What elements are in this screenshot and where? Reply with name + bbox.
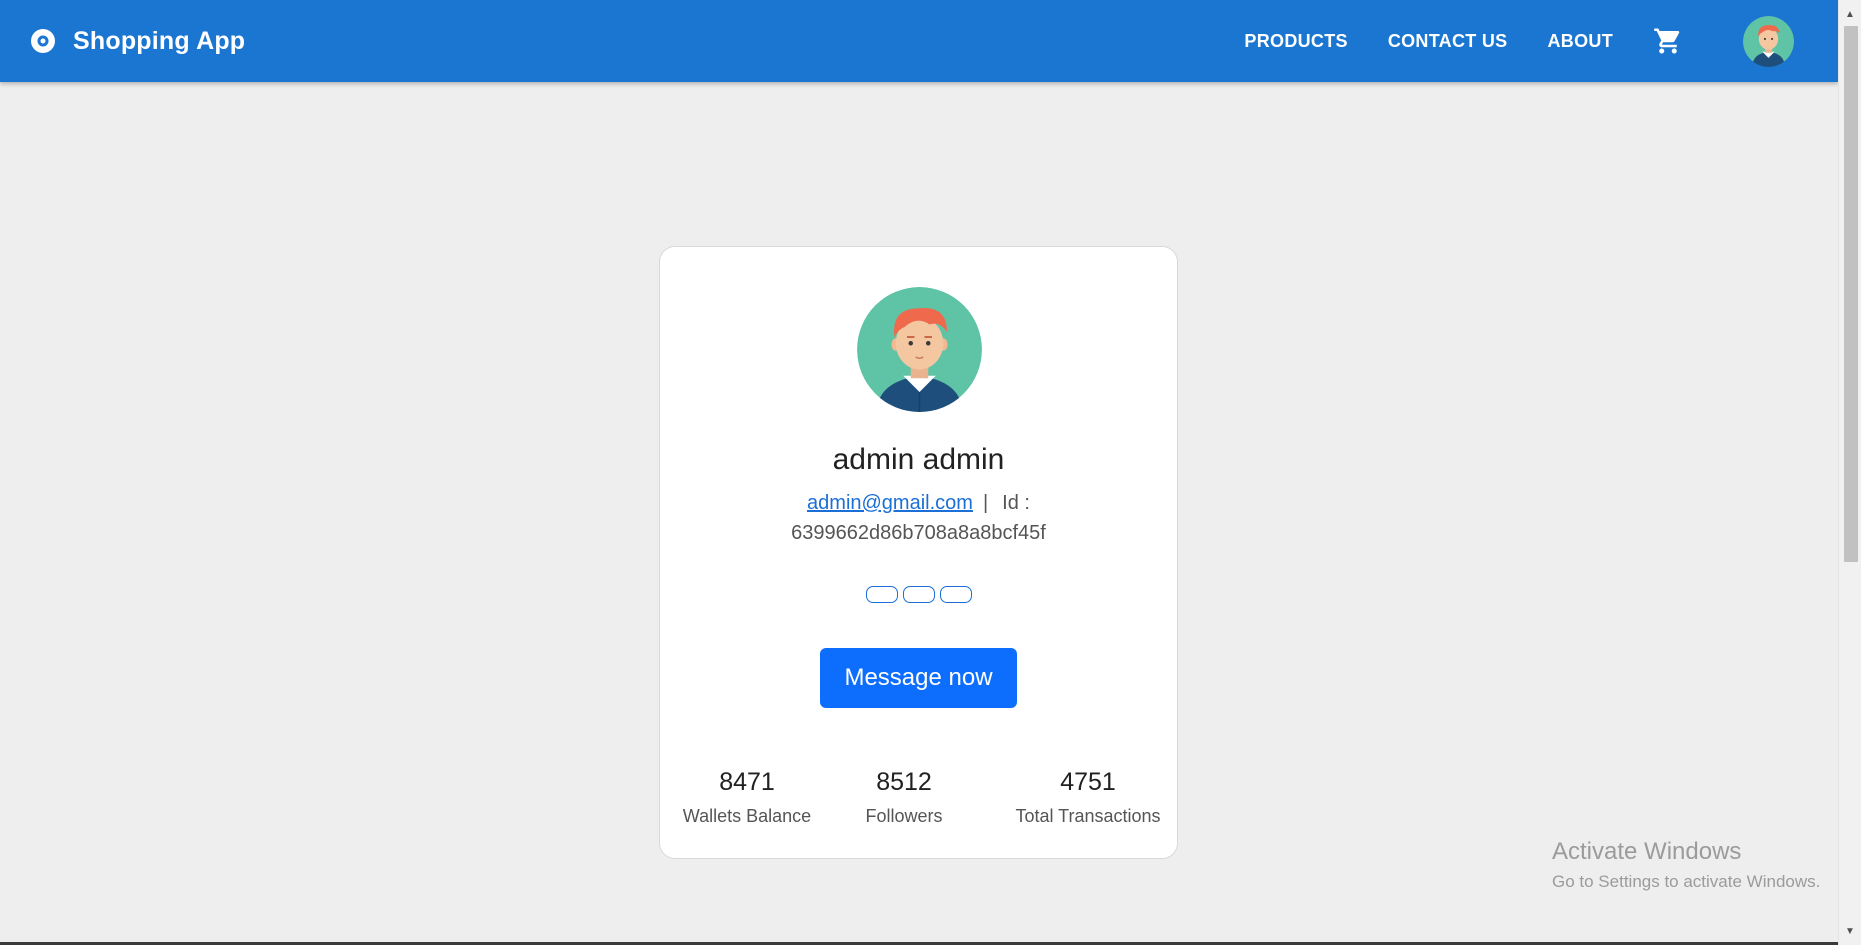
stat-label: Wallets Balance — [682, 806, 812, 826]
cart-icon[interactable] — [1653, 26, 1683, 56]
social-button-3[interactable] — [939, 586, 972, 603]
profile-contact-line: admin@gmail.com | Id : — [660, 492, 1177, 515]
stat-label: Followers — [865, 806, 943, 826]
windows-activation-watermark: Activate Windows Go to Settings to activ… — [1552, 838, 1820, 892]
user-avatar[interactable] — [1743, 15, 1794, 67]
profile-id-label: Id : — [1002, 492, 1030, 514]
profile-card: admin admin admin@gmail.com | Id : 6399662… — [659, 246, 1178, 859]
stat-value: 8512 — [876, 768, 932, 796]
scroll-down-arrow-icon[interactable]: ▼ — [1839, 921, 1861, 941]
social-buttons — [660, 586, 1177, 603]
scroll-up-arrow-icon[interactable]: ▲ — [1839, 4, 1861, 24]
stat-total-transactions: 4751 Total Transactions — [1008, 768, 1168, 827]
watermark-title: Activate Windows — [1552, 838, 1742, 865]
nav-contact-us[interactable]: CONTACT US — [1388, 31, 1508, 52]
app-title: Shopping App — [73, 26, 246, 55]
avatar-icon — [857, 287, 982, 412]
app-bar: Shopping App PRODUCTS CONTACT US ABOUT — [0, 0, 1838, 82]
message-now-button[interactable]: Message now — [820, 648, 1017, 708]
main-nav: PRODUCTS CONTACT US ABOUT — [1244, 15, 1838, 67]
social-button-2[interactable] — [902, 586, 935, 603]
profile-id-value: 6399662d86b708a8a8bcf45f — [791, 522, 1046, 544]
stat-value: 8471 — [719, 768, 775, 796]
page-scrollbar[interactable]: ▲ ▼ — [1838, 0, 1861, 945]
profile-email-link[interactable]: admin@gmail.com — [807, 492, 973, 514]
scroll-thumb[interactable] — [1844, 26, 1858, 562]
disc-icon — [31, 29, 55, 53]
watermark-subtitle: Go to Settings to activate Windows. — [1552, 872, 1821, 891]
nav-products[interactable]: PRODUCTS — [1244, 31, 1347, 52]
avatar-icon — [1743, 15, 1794, 67]
separator: | — [982, 492, 989, 514]
profile-name: admin admin — [832, 443, 1005, 476]
stat-followers: 8512 Followers — [844, 768, 964, 827]
brand[interactable]: Shopping App — [29, 27, 245, 56]
stat-value: 4751 — [1060, 768, 1116, 796]
profile-avatar — [857, 287, 982, 412]
social-button-1[interactable] — [865, 586, 898, 603]
nav-about[interactable]: ABOUT — [1548, 31, 1614, 52]
stat-label: Total Transactions — [1015, 806, 1161, 826]
stat-wallets-balance: 8471 Wallets Balance — [676, 768, 818, 827]
